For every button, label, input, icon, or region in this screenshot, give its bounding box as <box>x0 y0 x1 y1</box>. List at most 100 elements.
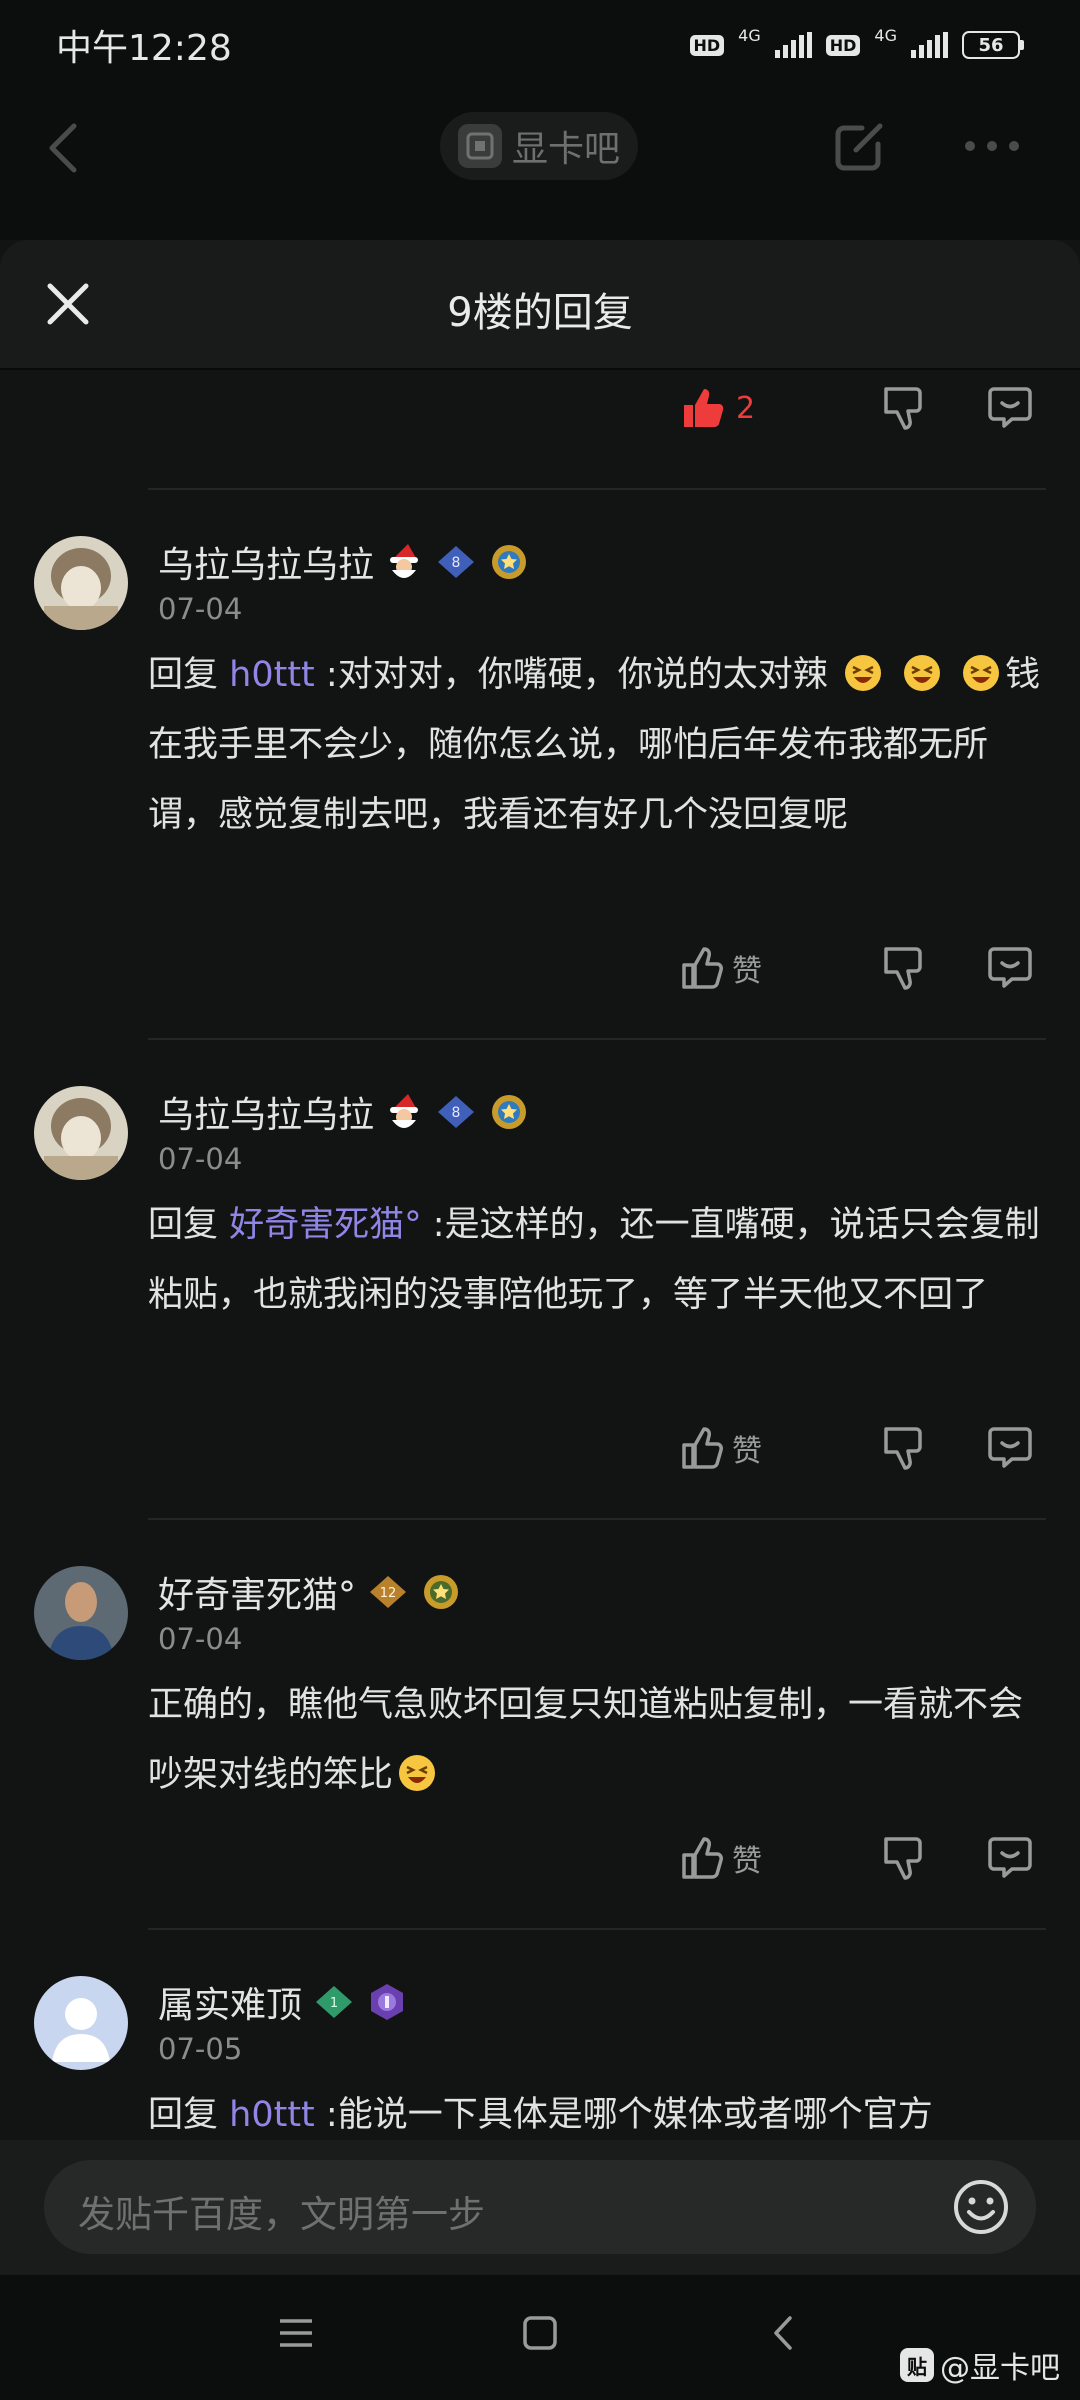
username-row: 乌拉乌拉乌拉 8 <box>158 1086 530 1138</box>
network-label: 4G <box>874 25 897 45</box>
level-number: 8 <box>452 555 461 571</box>
reply-list: 2 乌拉乌拉乌拉 8 07-04 回复 h0ttt:对对对，你嘴硬，你说的太对… <box>0 370 1080 2275</box>
mention-link[interactable]: 好奇害死猫° <box>229 1205 422 1245</box>
reply-button[interactable] <box>988 1425 1032 1469</box>
reply-body: 回复 h0ttt :对对对，你嘴硬，你说的太对辣 钱在我手里不会少，随你怎么说，… <box>148 640 1048 850</box>
like-count: 2 <box>736 390 756 426</box>
hd-badge: HD <box>825 34 861 56</box>
level-number: 12 <box>380 1586 397 1601</box>
username-row: 属实难顶 1 <box>158 1976 408 2028</box>
thumbs-up-icon <box>682 1837 723 1879</box>
laughing-emoji-icon <box>399 1755 436 1791</box>
laughing-emoji-icon <box>844 655 881 691</box>
thumbs-down-icon <box>884 1427 922 1470</box>
status-bar: 中午12:28 HD 4G HD 4G 56 <box>0 0 1080 90</box>
thumbs-down-icon <box>884 947 922 990</box>
username[interactable]: 乌拉乌拉乌拉 <box>158 536 374 588</box>
divider <box>148 488 1046 490</box>
thumbs-up-icon <box>682 947 723 989</box>
reply-date: 07-04 <box>158 1622 243 1656</box>
battery-icon: 56 <box>962 31 1024 59</box>
like-button[interactable]: 赞 <box>680 945 762 991</box>
reply-item: 乌拉乌拉乌拉 8 07-04 回复 h0ttt :对对对，你嘴硬，你说的太对辣 … <box>0 530 1080 990</box>
level-number: 1 <box>330 1996 338 2011</box>
username-row: 好奇害死猫° 12 <box>158 1566 462 1618</box>
more-icon[interactable] <box>960 126 1024 166</box>
like-label: 赞 <box>732 954 762 989</box>
avatar[interactable] <box>34 1976 128 2070</box>
signal-icon <box>774 32 812 58</box>
status-time: 中午12:28 <box>56 28 232 69</box>
reply-action-row: 赞 <box>0 945 1080 1025</box>
reply-prefix: 回复 <box>148 655 219 695</box>
sheet-header: 9楼的回复 <box>0 240 1080 370</box>
reply-input[interactable]: 发贴千百度，文明第一步 <box>44 2160 1036 2254</box>
mention-link[interactable]: h0ttt <box>229 655 315 695</box>
network-label: 4G <box>738 25 761 45</box>
back-icon[interactable] <box>764 2313 804 2353</box>
laughing-emoji-icon <box>903 655 940 691</box>
like-button[interactable]: 赞 <box>680 1835 762 1881</box>
reply-date: 07-04 <box>158 1142 243 1176</box>
reply-text: 正确的，瞧他气急败坏回复只知道粘贴复制，一看就不会吵架对线的笨比 <box>148 1685 1024 1795</box>
level-badge-icon: 8 <box>438 1096 475 1128</box>
watermark-text: @显卡吧 <box>940 2351 1060 2386</box>
dislike-button[interactable] <box>880 1835 924 1881</box>
system-nav-bar: 贴 @显卡吧 <box>0 2275 1080 2400</box>
reply-sheet: 9楼的回复 2 乌拉乌拉乌拉 8 07-04 回复 h0ttt:对对对，你嘴硬… <box>0 240 1080 2275</box>
username[interactable]: 属实难顶 <box>158 1976 302 2028</box>
santa-emoji-icon <box>390 1094 419 1128</box>
reply-prefix: 回复 <box>148 2095 219 2135</box>
reply-item: 乌拉乌拉乌拉 8 07-04 回复 好奇害死猫° :是这样的，还一直嘴硬，说话只… <box>0 1080 1080 1460</box>
top-nav: 显卡吧 <box>0 90 1080 240</box>
username-row: 乌拉乌拉乌拉 8 <box>158 536 530 588</box>
reply-prefix: 回复 <box>148 1205 219 1245</box>
input-placeholder: 发贴千百度，文明第一步 <box>78 2193 485 2236</box>
like-button[interactable]: 2 <box>680 385 755 431</box>
avatar[interactable] <box>34 1086 128 1180</box>
back-icon[interactable] <box>40 118 90 178</box>
medal-icon <box>492 1095 527 1129</box>
reply-button[interactable] <box>988 945 1032 989</box>
watermark: 贴 @显卡吧 <box>900 2343 1060 2387</box>
reply-date: 07-04 <box>158 592 243 626</box>
avatar[interactable] <box>34 1566 128 1660</box>
reply-body: 正确的，瞧他气急败坏回复只知道粘贴复制，一看就不会吵架对线的笨比 <box>148 1670 1048 1810</box>
forum-name: 显卡吧 <box>512 129 621 170</box>
thumbs-up-icon <box>684 389 724 427</box>
level-number: 8 <box>452 1105 461 1121</box>
thumbs-up-icon <box>682 1427 723 1469</box>
reply-action-row: 赞 <box>0 1425 1080 1505</box>
dislike-button[interactable] <box>880 1425 924 1471</box>
reply-button[interactable] <box>988 1835 1032 1879</box>
menu-icon[interactable] <box>276 2313 316 2353</box>
signal-icon <box>911 32 948 58</box>
reply-date: 07-05 <box>158 2032 243 2066</box>
like-label: 赞 <box>732 1434 762 1469</box>
forum-pill[interactable]: 显卡吧 <box>440 112 639 180</box>
comment-icon <box>988 1837 1032 1878</box>
like-button[interactable]: 赞 <box>680 1425 762 1471</box>
comment-icon <box>988 1427 1032 1468</box>
home-icon[interactable] <box>520 2313 560 2353</box>
share-icon[interactable] <box>828 114 892 178</box>
battery-level: 56 <box>962 31 1020 59</box>
divider <box>148 1038 1046 1040</box>
reply-body: 回复 好奇害死猫° :是这样的，还一直嘴硬，说话只会复制粘贴，也就我闲的没事陪他… <box>148 1190 1048 1330</box>
reply-text: :对对对，你嘴硬，你说的太对辣 <box>314 655 828 695</box>
like-label: 赞 <box>732 1844 762 1879</box>
avatar[interactable] <box>34 536 128 630</box>
dislike-button[interactable] <box>880 945 924 991</box>
emoji-picker-icon[interactable] <box>950 2176 1012 2238</box>
username[interactable]: 乌拉乌拉乌拉 <box>158 1086 374 1138</box>
reply-input-bar: 发贴千百度，文明第一步 <box>0 2140 1080 2275</box>
divider <box>148 1518 1046 1520</box>
dislike-button[interactable] <box>880 385 924 431</box>
level-badge-icon: 12 <box>370 1576 407 1608</box>
username[interactable]: 好奇害死猫° <box>158 1566 356 1618</box>
reply-button[interactable] <box>988 385 1032 429</box>
sheet-title: 9楼的回复 <box>447 290 633 336</box>
thumbs-down-icon <box>884 1837 922 1880</box>
comment-icon <box>988 947 1032 988</box>
mention-link[interactable]: h0ttt <box>229 2095 315 2135</box>
